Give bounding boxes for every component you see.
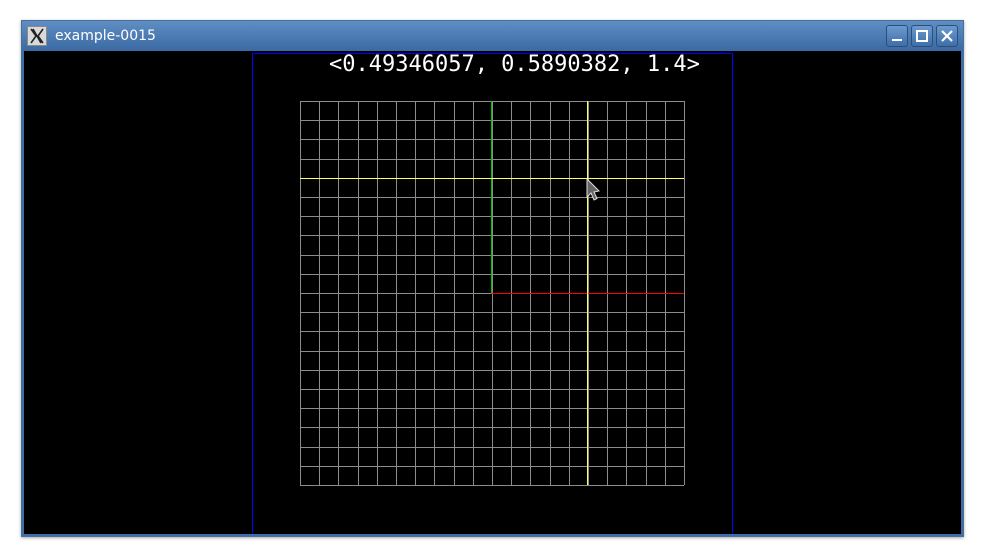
coordinate-readout: <0.49346057, 0.5890382, 1.4> [329,52,700,77]
app-window: example-0015 <0.49346057, 0.5890382, 1.4… [21,20,964,537]
render-canvas[interactable]: <0.49346057, 0.5890382, 1.4> [24,51,961,534]
close-icon [941,30,953,42]
maximize-icon [916,30,928,42]
close-button[interactable] [936,25,958,47]
viewport-svg[interactable] [24,51,961,534]
title-bar[interactable]: example-0015 [22,21,963,51]
window-title: example-0015 [55,28,156,44]
minimize-button[interactable] [886,25,908,47]
minimize-icon [892,39,902,41]
maximize-button[interactable] [911,25,933,47]
x11-icon[interactable] [27,26,47,46]
